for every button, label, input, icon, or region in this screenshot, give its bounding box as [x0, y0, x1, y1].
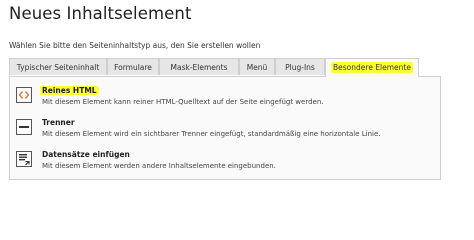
element-datensaetze-einfuegen[interactable]: Datensätze einfügen Mit diesem Element w… [16, 150, 436, 176]
element-description: Mit diesem Element werden andere Inhalts… [42, 162, 276, 170]
tab-label: Typischer Seiteninhalt [16, 63, 100, 72]
tab-mask-elements[interactable]: Mask-Elements [159, 58, 239, 75]
element-reines-html[interactable]: Reines HTML Mit diesem Element kann rein… [16, 86, 436, 112]
tab-menu[interactable]: Menü [239, 58, 275, 75]
element-trenner[interactable]: Trenner Mit diesem Element wird ein sich… [16, 118, 436, 144]
element-title: Datensätze einfügen [42, 150, 130, 159]
element-title: Reines HTML [40, 86, 99, 95]
tab-formulare[interactable]: Formulare [107, 58, 159, 75]
element-title: Trenner [42, 118, 75, 127]
element-description: Mit diesem Element kann reiner HTML-Quel… [42, 98, 324, 106]
insert-records-icon [16, 151, 32, 167]
tab-besondere-elemente[interactable]: Besondere Elemente [325, 58, 419, 77]
html-code-icon [16, 87, 32, 103]
tab-label: Formulare [114, 63, 152, 72]
tab-label: Menü [246, 63, 268, 72]
tab-typischer-seiteninhalt[interactable]: Typischer Seiteninhalt [9, 58, 107, 75]
content-element-list: Reines HTML Mit diesem Element kann rein… [9, 76, 441, 180]
page-title: Neues Inhaltselement [9, 4, 192, 23]
divider-icon [16, 119, 32, 135]
tab-plug-ins[interactable]: Plug-Ins [275, 58, 325, 75]
tab-label: Plug-Ins [285, 63, 315, 72]
element-description: Mit diesem Element wird ein sichtbarer T… [42, 130, 381, 138]
tab-bar: Typischer Seiteninhalt Formulare Mask-El… [9, 58, 441, 77]
tab-label: Besondere Elemente [331, 62, 413, 73]
tab-label: Mask-Elements [170, 63, 228, 72]
page-subtitle: Wählen Sie bitte den Seiteninhaltstyp au… [9, 41, 261, 50]
